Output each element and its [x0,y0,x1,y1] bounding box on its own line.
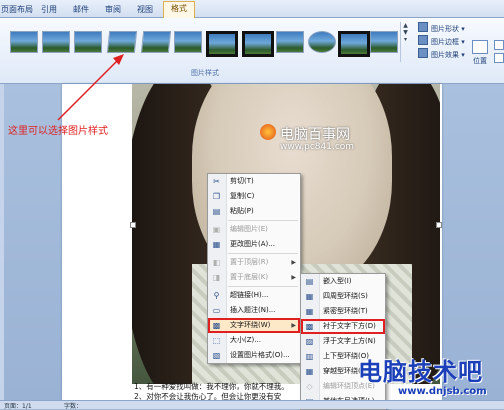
wrap-inline-icon: ▤ [305,277,314,286]
send-back-icon: ◨ [212,273,221,282]
submenu-arrow-icon: ▶ [291,259,296,266]
change-picture-icon: ▦ [212,240,221,249]
menu-item-change-picture[interactable]: ▦ 更改图片(A)... [208,237,300,252]
wrap-square-icon: ▦ [305,292,314,301]
menu-item-edit-picture[interactable]: ▣ 编辑图片(E) [208,222,300,237]
menu-item-cut[interactable]: ✂ 剪切(T) [208,174,300,189]
site-watermark-url: www.dnjsb.com [398,386,487,397]
copy-icon: ❐ [212,192,221,201]
menu-separator [228,286,298,287]
paste-icon: ▤ [212,207,221,216]
menu-item-format-picture[interactable]: ▧ 设置图片格式(O)... [208,348,300,363]
menu-separator [228,253,298,254]
menu-item-insert-caption[interactable]: ▭ 插入题注(N)... [208,303,300,318]
wrap-option-inline[interactable]: ▤ 嵌入型(I) [301,274,385,289]
wrap-option-in-front[interactable]: ▨ 浮于文字上方(N) [301,334,385,349]
edit-points-icon: ◇ [306,382,313,391]
format-picture-icon: ▧ [212,351,221,360]
annotation-note: 这里可以选择图片样式 [8,126,108,137]
site-watermark-title: 电脑技术吧 [358,358,483,386]
menu-item-copy[interactable]: ❐ 复制(C) [208,189,300,204]
status-page-count[interactable]: 页面：1/1 [4,401,32,410]
context-menu: ✂ 剪切(T) ❐ 复制(C) ▤ 粘贴(P) ▣ 编辑图片(E) ▦ 更改图片(A)..… [207,173,301,364]
bring-front-icon: ◧ [212,258,221,267]
caption-icon: ▭ [212,306,221,315]
text-wrap-icon: ▩ [212,321,221,330]
wrap-option-behind-text[interactable]: ▩ 衬于文字下方(D) [301,319,385,334]
text-wrap-submenu: ▤ 嵌入型(I) ▦ 四周型环绕(S) ▦ 紧密型环绕(T) ▩ 衬于文字下方(D) ▨… [300,273,386,410]
submenu-arrow-icon: ▶ [291,274,296,281]
menu-item-bring-front[interactable]: ◧ 置于顶层(R) ▶ [208,255,300,270]
submenu-arrow-icon: ▶ [291,322,296,329]
menu-separator [228,220,298,221]
wrap-topbottom-icon: ▥ [305,352,314,361]
menu-item-send-back[interactable]: ◨ 置于底层(K) ▶ [208,270,300,285]
wrap-tight-icon: ▦ [305,307,314,316]
status-word-count[interactable]: 字数： [64,401,82,410]
edit-picture-icon: ▣ [212,225,221,234]
scissors-icon: ✂ [213,177,220,186]
menu-item-paste[interactable]: ▤ 粘贴(P) [208,204,300,219]
wrap-behind-icon: ▩ [305,322,314,331]
menu-item-hyperlink[interactable]: ⚲ 超链接(H)... [208,288,300,303]
wrap-front-icon: ▨ [305,337,314,346]
wrap-option-tight[interactable]: ▦ 紧密型环绕(T) [301,304,385,319]
wrap-option-square[interactable]: ▦ 四周型环绕(S) [301,289,385,304]
menu-item-size[interactable]: ⬚ 大小(Z)... [208,333,300,348]
size-icon: ⬚ [212,336,221,345]
hyperlink-icon: ⚲ [213,291,220,300]
menu-item-text-wrapping[interactable]: ▩ 文字环绕(W) ▶ [208,318,300,333]
wrap-through-icon: ▦ [305,367,314,376]
